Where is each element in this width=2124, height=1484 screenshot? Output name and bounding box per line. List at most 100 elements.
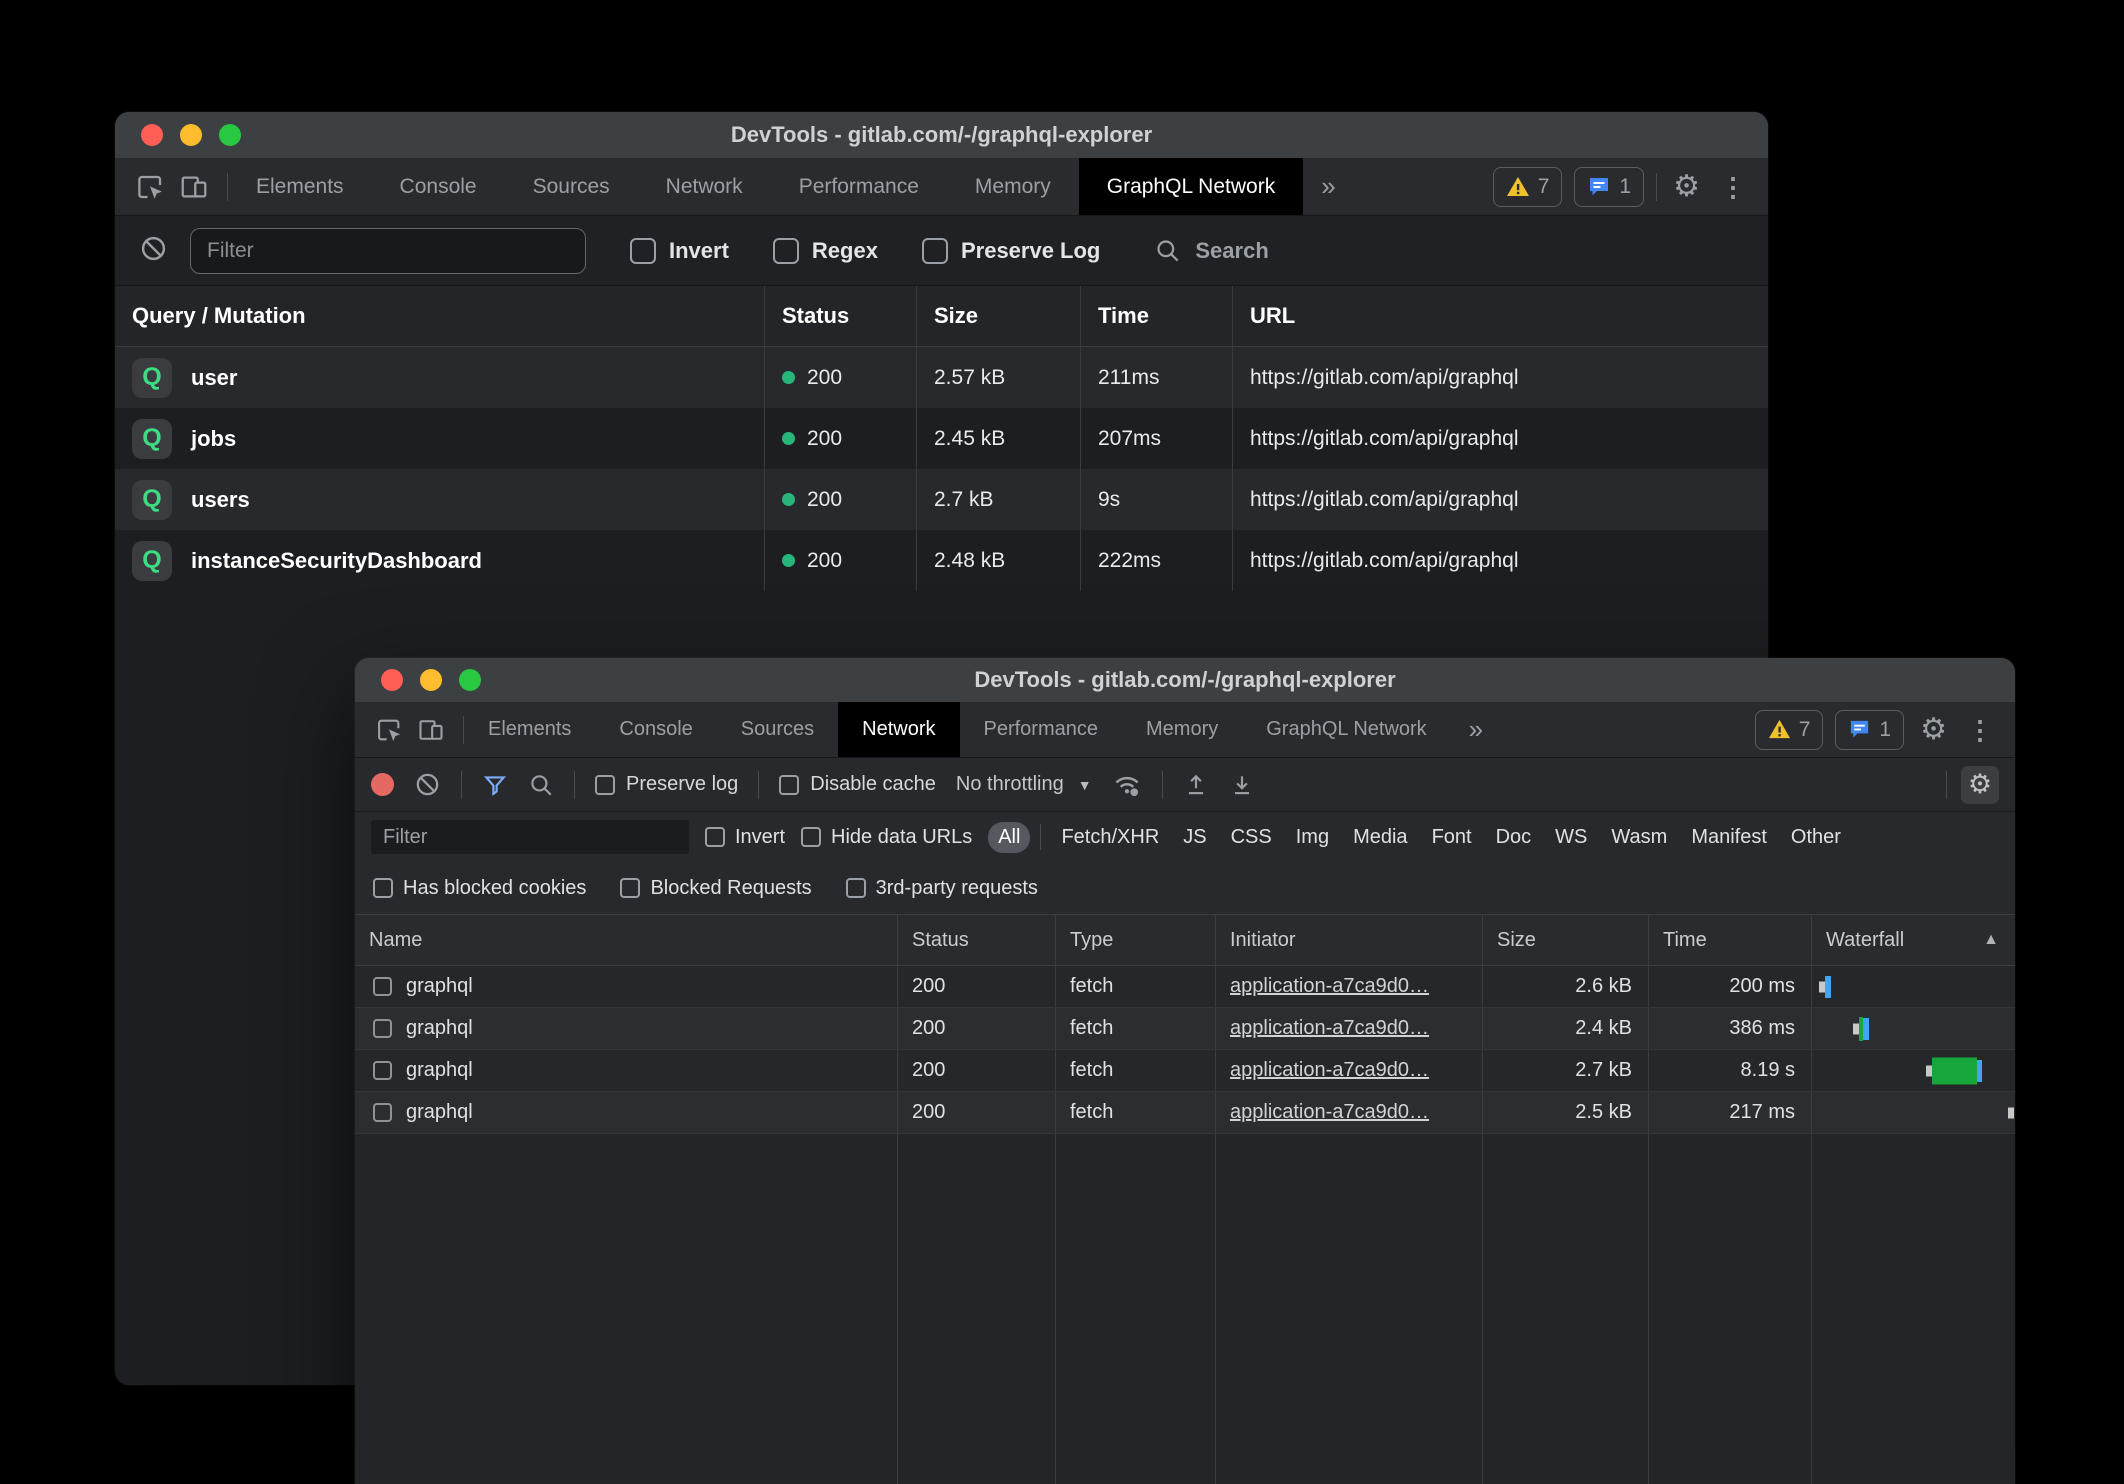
tab-sources[interactable]: Sources: [717, 702, 838, 757]
row-checkbox[interactable]: [373, 1103, 392, 1122]
filter-chip-img[interactable]: Img: [1286, 822, 1339, 853]
has-blocked-cookies-checkbox[interactable]: [373, 878, 393, 898]
tab-console[interactable]: Console: [372, 158, 505, 215]
table-row[interactable]: graphql 200 fetch application-a7ca9d0… 2…: [355, 966, 2015, 1008]
tab-performance[interactable]: Performance: [771, 158, 947, 215]
tab-performance[interactable]: Performance: [960, 702, 1123, 757]
settings-gear-icon[interactable]: ⚙: [1916, 715, 1951, 745]
search-button[interactable]: Search: [1154, 237, 1268, 264]
warnings-badge[interactable]: 7: [1493, 167, 1563, 207]
filter-input[interactable]: [371, 820, 689, 854]
titlebar[interactable]: DevTools - gitlab.com/-/graphql-explorer: [355, 658, 2015, 702]
filter-chip-all[interactable]: All: [988, 822, 1030, 853]
inspect-element-icon[interactable]: [375, 716, 403, 744]
filter-chip-fetch-xhr[interactable]: Fetch/XHR: [1051, 822, 1169, 853]
devtools-window-network: DevTools - gitlab.com/-/graphql-explorer…: [355, 658, 2015, 1484]
tab-graphql-network[interactable]: GraphQL Network: [1242, 702, 1450, 757]
column-header-type[interactable]: Type: [1055, 915, 1215, 965]
initiator-link[interactable]: application-a7ca9d0…: [1230, 1017, 1429, 1040]
column-header-query-mutation[interactable]: Query / Mutation: [115, 286, 764, 346]
preserve-log-checkbox[interactable]: [595, 775, 615, 795]
more-tabs-icon[interactable]: »: [1303, 158, 1353, 215]
row-checkbox[interactable]: [373, 1061, 392, 1080]
issues-badge[interactable]: 1: [1574, 167, 1644, 207]
tab-sources[interactable]: Sources: [505, 158, 638, 215]
issues-badge[interactable]: 1: [1835, 710, 1904, 750]
column-header-time[interactable]: Time: [1080, 286, 1232, 346]
table-row[interactable]: graphql 200 fetch application-a7ca9d0… 2…: [355, 1050, 2015, 1092]
kebab-menu-icon[interactable]: ⋮: [1963, 717, 1997, 743]
hide-data-urls-checkbox[interactable]: [801, 827, 821, 847]
export-har-icon[interactable]: [1229, 772, 1255, 798]
record-network-log-icon[interactable]: [371, 773, 394, 796]
third-party-requests-checkbox[interactable]: [846, 878, 866, 898]
close-button[interactable]: [381, 669, 403, 691]
tab-graphql-network[interactable]: GraphQL Network: [1079, 158, 1303, 215]
kebab-menu-icon[interactable]: ⋮: [1716, 174, 1750, 200]
tab-network[interactable]: Network: [638, 158, 771, 215]
invert-checkbox[interactable]: [630, 238, 656, 264]
row-checkbox[interactable]: [373, 977, 392, 996]
blocked-requests-checkbox[interactable]: [620, 878, 640, 898]
warnings-badge[interactable]: 7: [1755, 710, 1824, 750]
initiator-link[interactable]: application-a7ca9d0…: [1230, 1101, 1429, 1124]
import-har-icon[interactable]: [1183, 772, 1209, 798]
initiator-link[interactable]: application-a7ca9d0…: [1230, 975, 1429, 998]
zoom-button[interactable]: [459, 669, 481, 691]
column-header-name[interactable]: Name: [355, 915, 897, 965]
regex-checkbox[interactable]: [773, 238, 799, 264]
column-header-url[interactable]: URL: [1232, 286, 1768, 346]
table-row[interactable]: graphql 200 fetch application-a7ca9d0… 2…: [355, 1008, 2015, 1050]
throttling-dropdown[interactable]: No throttling ▼: [956, 773, 1092, 796]
filter-chip-manifest[interactable]: Manifest: [1681, 822, 1777, 853]
filter-chip-font[interactable]: Font: [1422, 822, 1482, 853]
clear-icon[interactable]: [139, 234, 168, 268]
filter-chip-media[interactable]: Media: [1343, 822, 1417, 853]
device-toolbar-icon[interactable]: [179, 172, 209, 202]
tab-console[interactable]: Console: [595, 702, 716, 757]
settings-gear-icon[interactable]: ⚙: [1669, 172, 1704, 202]
filter-chip-wasm[interactable]: Wasm: [1601, 822, 1677, 853]
network-settings-gear-icon[interactable]: ⚙: [1961, 766, 1999, 804]
tab-elements[interactable]: Elements: [228, 158, 372, 215]
titlebar[interactable]: DevTools - gitlab.com/-/graphql-explorer: [115, 112, 1768, 158]
invert-checkbox[interactable]: [705, 827, 725, 847]
column-header-status[interactable]: Status: [764, 286, 916, 346]
table-row[interactable]: Q instanceSecurityDashboard 200 2.48 kB …: [115, 530, 1768, 591]
column-header-status[interactable]: Status: [897, 915, 1055, 965]
filter-chip-doc[interactable]: Doc: [1486, 822, 1542, 853]
table-row[interactable]: graphql 200 fetch application-a7ca9d0… 2…: [355, 1092, 2015, 1134]
inspect-element-icon[interactable]: [135, 172, 165, 202]
filter-chip-ws[interactable]: WS: [1545, 822, 1597, 853]
minimize-button[interactable]: [420, 669, 442, 691]
preserve-log-checkbox[interactable]: [922, 238, 948, 264]
network-conditions-icon[interactable]: [1112, 770, 1142, 800]
table-row[interactable]: Q users 200 2.7 kB 9s https://gitlab.com…: [115, 469, 1768, 530]
tab-memory[interactable]: Memory: [947, 158, 1079, 215]
tab-elements[interactable]: Elements: [464, 702, 595, 757]
search-icon[interactable]: [528, 772, 554, 798]
close-button[interactable]: [141, 124, 163, 146]
filter-funnel-icon[interactable]: [482, 772, 508, 798]
tab-network[interactable]: Network: [838, 702, 959, 757]
disable-cache-checkbox[interactable]: [779, 775, 799, 795]
device-toolbar-icon[interactable]: [417, 716, 445, 744]
initiator-link[interactable]: application-a7ca9d0…: [1230, 1059, 1429, 1082]
column-header-size[interactable]: Size: [1482, 915, 1648, 965]
more-tabs-icon[interactable]: »: [1451, 702, 1501, 757]
table-row[interactable]: Q user 200 2.57 kB 211ms https://gitlab.…: [115, 347, 1768, 408]
column-header-initiator[interactable]: Initiator: [1215, 915, 1482, 965]
column-header-size[interactable]: Size: [916, 286, 1080, 346]
filter-chip-other[interactable]: Other: [1781, 822, 1851, 853]
table-row[interactable]: Q jobs 200 2.45 kB 207ms https://gitlab.…: [115, 408, 1768, 469]
filter-chip-css[interactable]: CSS: [1221, 822, 1282, 853]
column-header-waterfall[interactable]: Waterfall ▲: [1811, 915, 2015, 965]
minimize-button[interactable]: [180, 124, 202, 146]
column-header-time[interactable]: Time: [1648, 915, 1811, 965]
filter-input[interactable]: [190, 228, 586, 274]
zoom-button[interactable]: [219, 124, 241, 146]
filter-chip-js[interactable]: JS: [1173, 822, 1216, 853]
tab-memory[interactable]: Memory: [1122, 702, 1242, 757]
row-checkbox[interactable]: [373, 1019, 392, 1038]
clear-icon[interactable]: [414, 771, 441, 798]
